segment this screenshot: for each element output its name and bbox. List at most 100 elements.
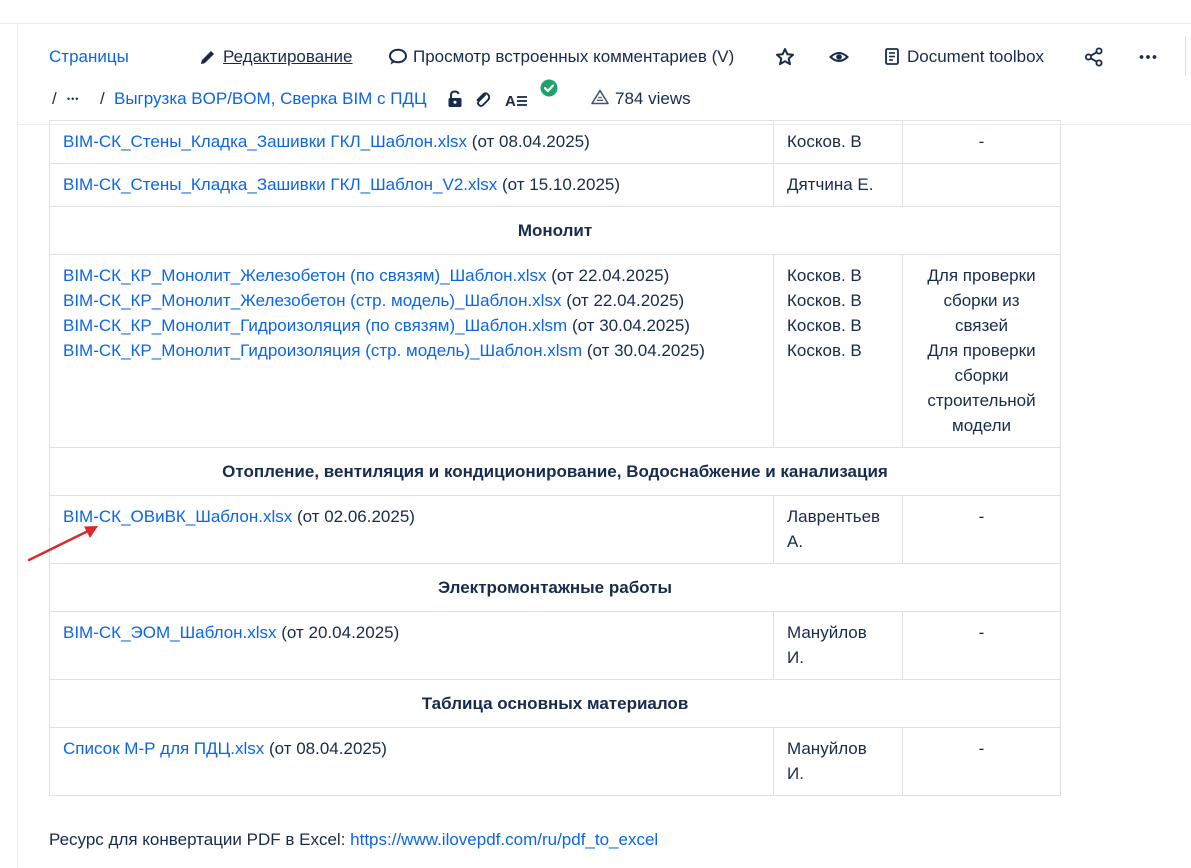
section-heading-electrical: Электромонтажные работы bbox=[49, 563, 1061, 612]
eye-icon bbox=[829, 47, 849, 67]
page-toolbar: Страницы Редактирование Просмотр встроен… bbox=[0, 40, 1191, 74]
documents-table: BIM-СК_Стены_Кладка_Зашивки ГКЛ_Шаблон.x… bbox=[49, 120, 1061, 796]
note-text: строительной bbox=[927, 391, 1036, 410]
table-row: BIM-СК_ЭОМ_Шаблон.xlsx (от 20.04.2025) М… bbox=[49, 611, 1061, 680]
file-link[interactable]: BIM-СК_КР_Монолит_Железобетон (стр. моде… bbox=[63, 291, 561, 310]
table-cell-note: - bbox=[902, 495, 1061, 564]
note-text: - bbox=[978, 623, 985, 642]
document-toolbox-label: Document toolbox bbox=[907, 47, 1045, 66]
top-strip bbox=[0, 0, 1191, 24]
file-date: (от 20.04.2025) bbox=[276, 623, 400, 642]
note-text: Для проверки bbox=[927, 266, 1036, 285]
file-date: (от 30.04.2025) bbox=[567, 316, 690, 335]
speech-bubble-icon bbox=[388, 48, 408, 66]
file-link[interactable]: BIM-СК_Стены_Кладка_Зашивки ГКЛ_Шаблон.x… bbox=[63, 132, 467, 151]
note-text: сборки bbox=[954, 366, 1009, 385]
more-actions-button[interactable] bbox=[1138, 40, 1158, 74]
note-text: - bbox=[978, 507, 985, 526]
file-date: (от 08.04.2025) bbox=[264, 739, 387, 758]
document-icon bbox=[885, 48, 901, 66]
table-cell-note: - bbox=[902, 611, 1061, 680]
table-cell-files: BIM-СК_Стены_Кладка_Зашивки ГКЛ_Шаблон_V… bbox=[49, 163, 774, 207]
pages-link[interactable]: Страницы bbox=[49, 40, 129, 74]
unlock-icon[interactable] bbox=[447, 84, 463, 114]
table-cell-author: Мануйлов И. bbox=[773, 611, 903, 680]
check-circle-icon bbox=[540, 79, 558, 102]
section-row: Монолит bbox=[49, 206, 1061, 255]
file-link[interactable]: BIM-СК_КР_Монолит_Гидроизоляция (стр. мо… bbox=[63, 341, 582, 360]
file-date: (от 08.04.2025) bbox=[467, 132, 590, 151]
watch-button[interactable] bbox=[829, 40, 849, 74]
share-button[interactable] bbox=[1084, 40, 1104, 74]
file-link[interactable]: BIM-СК_ЭОМ_Шаблон.xlsx bbox=[63, 623, 277, 642]
note-text: связей bbox=[954, 316, 1009, 335]
breadcrumb-separator: / bbox=[100, 89, 105, 108]
table-cell-author: Мануйлов И. bbox=[773, 727, 903, 796]
table-cell-note bbox=[902, 163, 1061, 207]
file-date: (от 15.10.2025) bbox=[497, 175, 621, 194]
file-link[interactable]: BIM-СК_КР_Монолит_Железобетон (по связям… bbox=[63, 266, 547, 285]
table-cell-author: Дятчина Е. bbox=[773, 163, 903, 207]
author-name: И. bbox=[787, 648, 804, 667]
file-date: (от 30.04.2025) bbox=[582, 341, 705, 360]
author-name: А. bbox=[787, 532, 804, 551]
section-heading-monolith: Монолит bbox=[49, 206, 1061, 255]
author-name: Косков. В bbox=[787, 316, 862, 335]
table-row: BIM-СК_Стены_Кладка_Зашивки ГКЛ_Шаблон_V… bbox=[49, 163, 1061, 207]
file-link[interactable]: BIM-СК_КР_Монолит_Гидроизоляция (по связ… bbox=[63, 316, 567, 335]
section-row: Отопление, вентиляция и кондиционировани… bbox=[49, 447, 1061, 496]
table-cell-note: - bbox=[902, 727, 1061, 796]
breadcrumb-separator: / bbox=[52, 89, 57, 108]
note-text: модели bbox=[952, 416, 1011, 435]
star-icon bbox=[775, 47, 795, 67]
breadcrumb-page-title[interactable]: Выгрузка BOP/BOM, Сверка BIM с ПДЦ bbox=[114, 84, 427, 114]
resource-link[interactable]: https://www.ilovepdf.com/ru/pdf_to_excel bbox=[350, 830, 658, 849]
breadcrumb-ellipsis[interactable]: ••• bbox=[67, 84, 79, 114]
table-row: Список М-Р для ПДЦ.xlsx (от 08.04.2025) … bbox=[49, 727, 1061, 796]
edit-button[interactable]: Редактирование bbox=[199, 40, 353, 74]
text-format-icon[interactable]: A bbox=[505, 84, 529, 114]
author-name: Косков. В bbox=[787, 266, 862, 285]
resource-label: Ресурс для конвертации PDF в Excel: bbox=[49, 830, 351, 849]
table-cell-author: Косков. В bbox=[773, 120, 903, 164]
author-name: Мануйлов bbox=[787, 623, 867, 642]
table-row: BIM-СК_Стены_Кладка_Зашивки ГКЛ_Шаблон.x… bbox=[49, 120, 1061, 164]
table-cell-files: BIM-СК_ОВиВК_Шаблон.xlsx (от 02.06.2025) bbox=[49, 495, 774, 564]
note-text: Для проверки bbox=[927, 341, 1036, 360]
table-row: BIM-СК_ОВиВК_Шаблон.xlsx (от 02.06.2025)… bbox=[49, 495, 1061, 564]
file-date: (от 02.06.2025) bbox=[292, 507, 415, 526]
star-button[interactable] bbox=[775, 40, 795, 74]
author-name: Мануйлов bbox=[787, 739, 867, 758]
table-cell-files: BIM-СК_Стены_Кладка_Зашивки ГКЛ_Шаблон.x… bbox=[49, 120, 774, 164]
author-name: Косков. В bbox=[787, 291, 862, 310]
views-count: 784 views bbox=[615, 89, 691, 108]
file-link[interactable]: BIM-СК_Стены_Кладка_Зашивки ГКЛ_Шаблон_V… bbox=[63, 175, 497, 194]
svg-text:A: A bbox=[505, 93, 516, 108]
note-text: сборки из bbox=[943, 291, 1020, 310]
section-row: Электромонтажные работы bbox=[49, 563, 1061, 612]
file-link[interactable]: Список М-Р для ПДЦ.xlsx bbox=[63, 739, 264, 758]
note-text: - bbox=[978, 132, 985, 151]
author-name: Косков. В bbox=[787, 132, 862, 151]
more-horizontal-icon bbox=[1138, 47, 1158, 67]
header-divider bbox=[18, 124, 1191, 125]
inline-comments-button[interactable]: Просмотр встроенных комментариев (V) bbox=[388, 40, 734, 74]
analytics-triangle-icon bbox=[591, 89, 609, 110]
paperclip-icon[interactable] bbox=[474, 84, 490, 114]
table-cell-author: Лаврентьев А. bbox=[773, 495, 903, 564]
file-date: (от 22.04.2025) bbox=[546, 266, 670, 285]
table-cell-files: Список М-Р для ПДЦ.xlsx (от 08.04.2025) bbox=[49, 727, 774, 796]
left-divider bbox=[17, 24, 18, 868]
file-date: (от 22.04.2025) bbox=[561, 291, 685, 310]
table-cell-files: BIM-СК_КР_Монолит_Железобетон (по связям… bbox=[49, 254, 774, 448]
analytics-views[interactable]: 784 views bbox=[591, 84, 691, 114]
author-name: И. bbox=[787, 764, 804, 783]
edit-label: Редактирование bbox=[223, 47, 353, 66]
author-name: Косков. В bbox=[787, 341, 862, 360]
document-toolbox-button[interactable]: Document toolbox bbox=[885, 40, 1044, 74]
table-cell-author: Косков. В Косков. В Косков. В Косков. В bbox=[773, 254, 903, 448]
comments-label: Просмотр встроенных комментариев (V) bbox=[413, 47, 735, 66]
table-cell-note: - bbox=[902, 120, 1061, 164]
resource-line: Ресурс для конвертации PDF в Excel: http… bbox=[49, 830, 658, 850]
table-cell-note: Для проверки сборки из связей Для провер… bbox=[902, 254, 1061, 448]
